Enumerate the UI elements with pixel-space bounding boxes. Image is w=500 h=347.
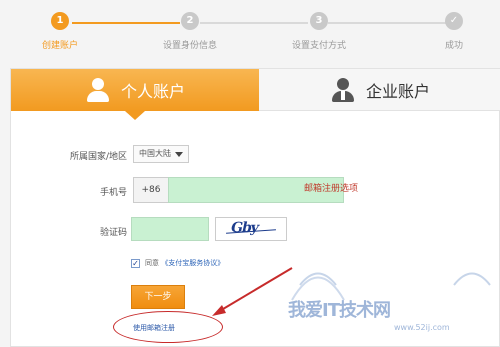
chevron-down-icon — [175, 152, 183, 157]
step-label: 创建账户 — [41, 41, 78, 51]
step-create-account: 1 创建账户 — [15, 12, 105, 51]
country-select[interactable]: 中国大陆 — [133, 145, 189, 163]
step-payment-method: 3 设置支付方式 — [274, 12, 364, 51]
captcha-text: Gby — [229, 220, 260, 236]
step-label: 设置身份信息 — [162, 41, 217, 51]
next-button[interactable]: 下一步 — [131, 285, 185, 309]
tab-personal-account[interactable]: 个人账户 — [11, 69, 259, 111]
country-label: 所属国家/地区 — [69, 152, 127, 162]
agree-label: 同意 — [145, 259, 159, 267]
step-success: ✓ 成功 — [409, 12, 499, 51]
check-icon: ✓ — [445, 12, 463, 30]
step-number: 2 — [181, 12, 199, 30]
phone-prefix: +86 — [133, 177, 169, 203]
business-person-icon — [330, 77, 356, 103]
watermark: 我爱IT技术网 — [288, 300, 391, 321]
step-label: 成功 — [444, 41, 463, 51]
annotation-label: 邮箱注册选项 — [304, 184, 359, 194]
agreement-link[interactable]: 《支付宝服务协议》 — [161, 259, 224, 267]
tab-business-account[interactable]: 企业账户 — [259, 69, 500, 111]
registration-panel: 个人账户 企业账户 所属国家/地区 中国大陆 手机号 +86 验证码 Gby ✓… — [10, 68, 500, 347]
tab-label: 企业账户 — [365, 81, 430, 101]
step-number: 1 — [51, 12, 69, 30]
step-number: 3 — [310, 12, 328, 30]
step-identity-info: 2 设置身份信息 — [145, 12, 235, 51]
step-label: 设置支付方式 — [291, 41, 346, 51]
verification-code-input[interactable] — [131, 217, 209, 241]
captcha-image[interactable]: Gby — [215, 217, 287, 241]
person-icon — [85, 77, 111, 103]
tab-label: 个人账户 — [120, 82, 185, 101]
agreement-text: 同意 《支付宝服务协议》 — [145, 258, 224, 268]
progress-steps: 1 创建账户 2 设置身份信息 3 设置支付方式 ✓ 成功 — [0, 0, 500, 60]
country-value: 中国大陆 — [139, 149, 171, 158]
active-tab-arrow — [125, 111, 145, 120]
agree-checkbox[interactable]: ✓ — [131, 259, 140, 268]
code-label: 验证码 — [99, 228, 127, 238]
phone-label: 手机号 — [99, 188, 127, 198]
email-register-link[interactable]: 使用邮箱注册 — [133, 323, 175, 333]
watermark-url: www.52ij.com — [394, 323, 450, 332]
